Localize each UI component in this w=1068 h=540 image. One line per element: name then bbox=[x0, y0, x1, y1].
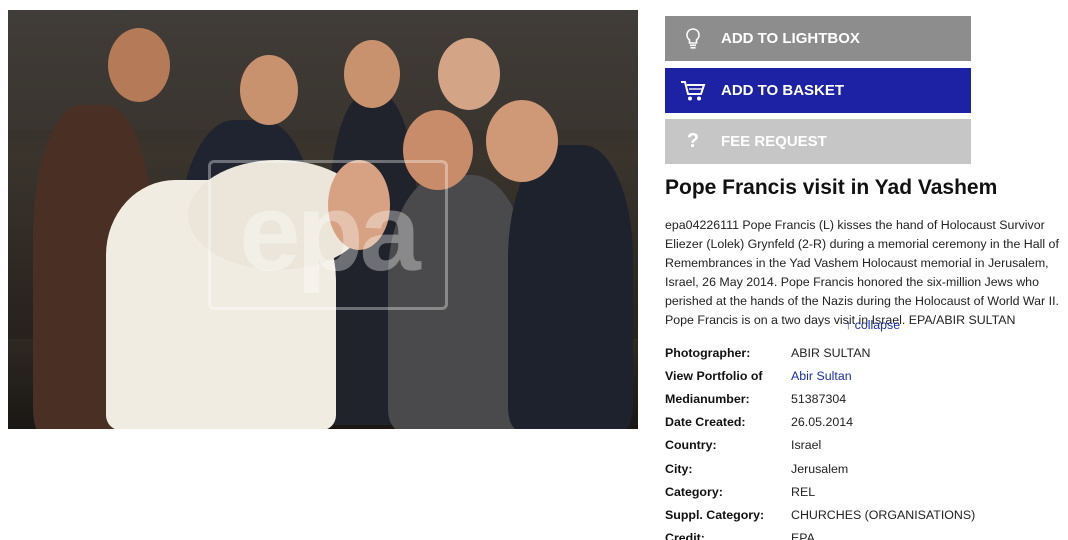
meta-value: 51387304 bbox=[791, 391, 847, 406]
fee-request-label: FEE REQUEST bbox=[721, 133, 827, 150]
figure-head bbox=[240, 55, 298, 125]
meta-row-city: City: Jerusalem bbox=[665, 457, 1068, 480]
meta-value: 26.05.2014 bbox=[791, 415, 854, 430]
news-photo[interactable]: epa bbox=[8, 10, 638, 429]
add-to-lightbox-button[interactable]: ADD TO LIGHTBOX bbox=[665, 16, 971, 61]
photo-caption: epa04226111 Pope Francis (L) kisses the … bbox=[665, 218, 1059, 327]
meta-row-portfolio: View Portfolio of Abir Sultan bbox=[665, 364, 1068, 387]
meta-row-country: Country: Israel bbox=[665, 434, 1068, 457]
fee-request-button[interactable]: ? FEE REQUEST bbox=[665, 119, 971, 164]
add-to-basket-label: ADD TO BASKET bbox=[721, 82, 845, 99]
meta-key: Suppl. Category: bbox=[665, 507, 765, 522]
meta-row-medianumber: Medianumber: 51387304 bbox=[665, 387, 1068, 410]
add-to-basket-button[interactable]: ADD TO BASKET bbox=[665, 68, 971, 113]
collapse-link[interactable]: ↑ collapse bbox=[845, 318, 900, 332]
cart-icon bbox=[665, 80, 721, 102]
meta-row-photographer: Photographer: ABIR SULTAN bbox=[665, 341, 1068, 364]
meta-value: REL bbox=[791, 484, 816, 499]
meta-key: Date Created: bbox=[665, 415, 746, 430]
meta-row-category: Category: REL bbox=[665, 480, 1068, 503]
meta-value: Jerusalem bbox=[791, 461, 849, 476]
meta-key: View Portfolio of bbox=[665, 368, 763, 383]
figure-head bbox=[438, 38, 500, 110]
meta-value: ABIR SULTAN bbox=[791, 345, 871, 360]
figure-head bbox=[344, 40, 400, 108]
meta-key: Medianumber: bbox=[665, 391, 750, 406]
meta-key: City: bbox=[665, 461, 693, 476]
meta-key: Photographer: bbox=[665, 345, 751, 360]
meta-key: Credit: bbox=[665, 531, 705, 540]
meta-value: CHURCHES (ORGANISATIONS) bbox=[791, 507, 976, 522]
meta-key: Category: bbox=[665, 484, 723, 499]
metadata-table: Photographer: ABIR SULTAN View Portfolio… bbox=[665, 341, 1068, 540]
portfolio-link[interactable]: Abir Sultan bbox=[791, 369, 852, 383]
meta-row-suppl-category: Suppl. Category: CHURCHES (ORGANISATIONS… bbox=[665, 503, 1068, 526]
meta-row-credit: Credit: EPA bbox=[665, 527, 1068, 540]
meta-value: EPA bbox=[791, 531, 815, 540]
figure-survivor bbox=[508, 145, 633, 429]
lightbulb-icon bbox=[665, 27, 721, 50]
figure-head bbox=[486, 100, 558, 182]
figure-head bbox=[108, 28, 170, 102]
meta-row-date: Date Created: 26.05.2014 bbox=[665, 411, 1068, 434]
meta-value: Israel bbox=[791, 438, 822, 453]
photo-watermark: epa bbox=[208, 160, 448, 310]
photo-title: Pope Francis visit in Yad Vashem bbox=[665, 176, 998, 199]
question-mark-icon: ? bbox=[686, 130, 700, 152]
add-to-lightbox-label: ADD TO LIGHTBOX bbox=[721, 30, 860, 47]
meta-key: Country: bbox=[665, 438, 717, 453]
